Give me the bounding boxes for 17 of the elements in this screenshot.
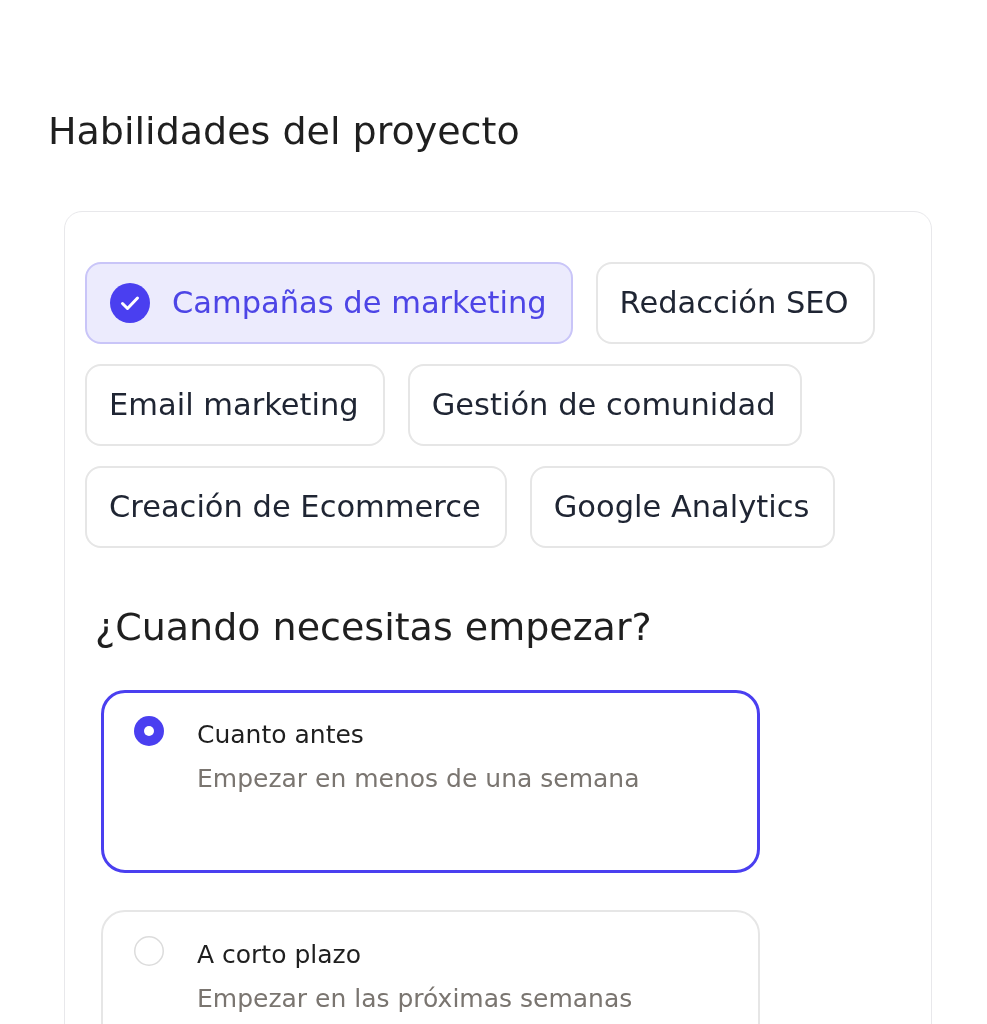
radio-button[interactable]: [134, 716, 164, 746]
option-description: Empezar en menos de una semana: [197, 764, 640, 794]
section-heading: ¿Cuando necesitas empezar?: [95, 604, 652, 650]
page-title: Habilidades del proyecto: [48, 108, 520, 154]
skill-chip[interactable]: Creación de Ecommerce: [85, 466, 507, 548]
option-card[interactable]: A corto plazo Empezar en las próximas semanas: [101, 910, 760, 1024]
option-title: A corto plazo: [197, 940, 361, 970]
check-circle-icon: [110, 283, 150, 323]
radio-button[interactable]: [134, 936, 164, 966]
skill-chip[interactable]: Redacción SEO: [595, 262, 875, 344]
option-title: Cuanto antes: [197, 720, 364, 750]
skill-chip[interactable]: Campañas de marketing: [85, 262, 573, 344]
skill-chip[interactable]: Google Analytics: [529, 466, 836, 548]
option-card[interactable]: Cuanto antes Empezar en menos de una semana: [101, 690, 760, 873]
skill-chip[interactable]: Gestión de comunidad: [407, 364, 802, 446]
skill-chip[interactable]: Email marketing: [85, 364, 385, 446]
option-description: Empezar en las próximas semanas: [197, 984, 633, 1014]
